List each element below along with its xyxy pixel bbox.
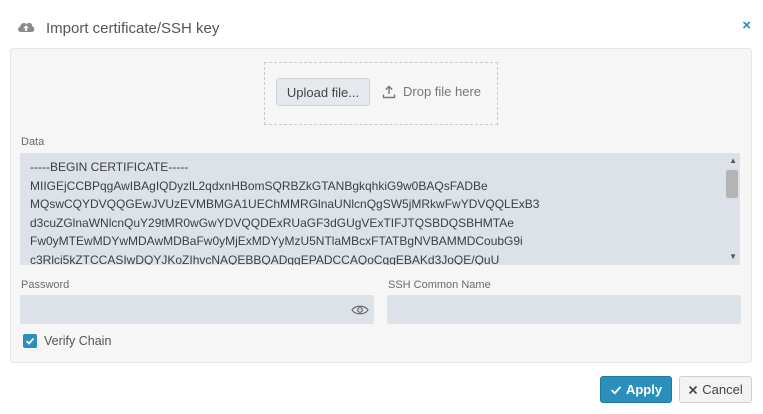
- verify-chain-checkbox[interactable]: [23, 334, 37, 348]
- ssh-common-name-label: SSH Common Name: [388, 279, 491, 291]
- close-icon[interactable]: ×: [742, 18, 751, 34]
- dialog-title-bar: Import certificate/SSH key ×: [0, 0, 763, 52]
- apply-button[interactable]: Apply: [600, 376, 672, 403]
- certificate-data-textarea[interactable]: -----BEGIN CERTIFICATE----- MIIGEjCCBPqg…: [20, 153, 740, 265]
- certificate-line: MIIGEjCCBPqgAwIBAgIQDyzlL2qdxnHBomSQRBZk…: [30, 178, 488, 193]
- eye-icon[interactable]: [351, 304, 369, 316]
- checkmark-icon: [25, 337, 35, 345]
- upload-file-button[interactable]: Upload file...: [276, 78, 370, 106]
- import-form-panel: Upload file... Drop file here Data -----…: [10, 48, 752, 363]
- dialog-title: Import certificate/SSH key: [46, 20, 220, 37]
- cancel-button[interactable]: Cancel: [679, 376, 752, 403]
- file-dropzone[interactable]: Upload file... Drop file here: [264, 62, 498, 125]
- drop-file-hint: Drop file here: [403, 84, 482, 99]
- checkmark-icon: [610, 385, 622, 394]
- verify-chain-label: Verify Chain: [44, 334, 112, 348]
- scrollbar-thumb[interactable]: [726, 170, 738, 198]
- scroll-up-arrow-icon[interactable]: ▲: [729, 157, 737, 165]
- password-label: Password: [21, 279, 70, 291]
- cancel-label: Cancel: [702, 382, 743, 397]
- cloud-upload-icon: [18, 22, 35, 32]
- ssh-common-name-field[interactable]: [387, 295, 741, 324]
- data-label: Data: [21, 136, 45, 148]
- certificate-line: MQswCQYDVQQGEwJVUzEVMBMGA1UEChMMRGlnaUNl…: [30, 197, 540, 212]
- scroll-down-arrow-icon[interactable]: ▼: [729, 253, 737, 261]
- close-icon: [689, 385, 698, 394]
- certificate-line: d3cuZGlnaWNlcnQuY29tMR0wGwYDVQQDExRUaGF3…: [30, 215, 514, 230]
- certificate-line: -----BEGIN CERTIFICATE-----: [30, 160, 189, 174]
- apply-label: Apply: [625, 382, 663, 397]
- password-field[interactable]: [20, 295, 374, 324]
- certificate-line: c3Rlci5kZTCCASIwDQYJKoZIhvcNAQEBBQADggEP…: [30, 252, 500, 265]
- certificate-text: -----BEGIN CERTIFICATE----- MIIGEjCCBPqg…: [30, 158, 539, 265]
- upload-icon: [382, 85, 396, 99]
- certificate-line: Fw0yMTEwMDYwMDAwMDBaFw0yMjExMDYyMzU5NTla…: [30, 234, 523, 249]
